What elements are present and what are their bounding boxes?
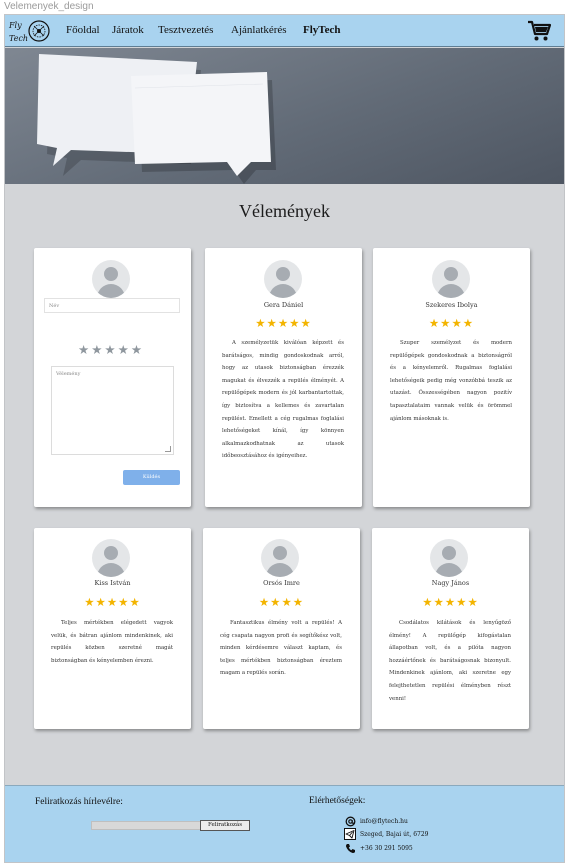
review-card: Nagy János ★★★★★ Csodálatos kilátások és…	[372, 528, 529, 729]
avatar	[261, 539, 299, 577]
logo-text-top: Fly	[8, 21, 22, 30]
email-text[interactable]: info@flytech.hu	[360, 818, 408, 825]
review-textarea-placeholder: Vélemény	[56, 371, 81, 377]
rating-stars: ★★★★★	[422, 595, 479, 609]
subscribe-heading: Feliratkozás hírlevélre:	[35, 797, 123, 807]
subscribe-button[interactable]: Feliratkozás	[200, 820, 250, 831]
review-text: Csodálatos kilátások és lenyűgöző élmény…	[389, 620, 511, 702]
rating-stars: ★★★★	[258, 595, 305, 609]
newsletter-email-input[interactable]	[91, 821, 201, 830]
review-text: A személyzetük kiválóan képzett és barát…	[222, 340, 344, 460]
contact-phone: +36 30 291 5095	[344, 842, 413, 854]
contact-heading: Elérhetőségek:	[309, 796, 366, 806]
name-input[interactable]: Név	[44, 298, 180, 313]
review-text: Szuper személyzet és modern repülőgépek …	[390, 340, 512, 422]
window-title: Velemenyek_design	[0, 0, 569, 14]
rating-stars: ★★★★	[428, 316, 475, 330]
rating-stars: ★★★★★	[255, 316, 312, 330]
page-title: Vélemények	[239, 201, 330, 221]
reviewer-name: Gera Dániel	[263, 301, 304, 309]
review-textarea[interactable]: Vélemény	[51, 366, 174, 455]
review-text: Teljes mértékben elégedett vagyok velük,…	[51, 620, 173, 664]
nav-tesztvezetes[interactable]: Tesztvezetés	[158, 24, 213, 36]
logo-text-bottom: Tech	[9, 34, 28, 43]
navbar: Fly Tech Főoldal Járatok Tesztvezetés Aj…	[5, 15, 564, 47]
telegram-icon	[344, 828, 356, 840]
phone-icon	[344, 842, 356, 854]
avatar	[432, 260, 470, 298]
flytech-logo[interactable]: Fly Tech	[8, 17, 52, 45]
submit-button[interactable]: Küldés	[123, 470, 180, 485]
hero-image	[5, 48, 564, 184]
review-card: Szekeres Ibolya ★★★★ Szuper személyzet é…	[373, 248, 530, 507]
nav-ajanlatkeres[interactable]: Ajánlatkérés	[231, 24, 287, 36]
nav-flytech[interactable]: FlyTech	[303, 24, 341, 36]
page-frame: Fly Tech Főoldal Járatok Tesztvezetés Aj…	[4, 14, 565, 863]
avatar	[264, 260, 302, 298]
rating-stars-input[interactable]: ★★★★★	[78, 342, 144, 357]
resize-grip[interactable]	[165, 446, 171, 452]
avatar	[430, 539, 468, 577]
nav-fooldal[interactable]: Főoldal	[66, 24, 100, 36]
reviewer-name: Orsós Imre	[263, 579, 300, 587]
rating-stars: ★★★★★	[84, 595, 141, 609]
review-text: Fantasztikus élmény volt a repülés! A cé…	[220, 620, 342, 677]
reviewer-name: Kiss István	[94, 579, 131, 587]
review-card: Orsós Imre ★★★★ Fantasztikus élmény volt…	[203, 528, 360, 729]
review-form-card: Név ★★★★★ Vélemény Küldés	[34, 248, 191, 507]
address-text: Szeged, Bajai út, 6729	[360, 830, 429, 838]
nav-jaratok[interactable]: Járatok	[112, 24, 144, 36]
review-card: Gera Dániel ★★★★★ A személyzetük kiválóa…	[205, 248, 362, 507]
reviewer-name: Nagy János	[431, 579, 470, 587]
contact-email: info@flytech.hu	[344, 815, 408, 827]
at-icon	[344, 815, 356, 827]
reviewer-name: Szekeres Ibolya	[425, 301, 478, 309]
footer: Feliratkozás hírlevélre: Feliratkozás El…	[5, 785, 564, 862]
cart-icon[interactable]	[527, 20, 552, 42]
contact-address: Szeged, Bajai út, 6729	[344, 828, 428, 840]
phone-text[interactable]: +36 30 291 5095	[360, 845, 413, 852]
avatar	[92, 260, 130, 298]
review-card: Kiss István ★★★★★ Teljes mértékben elége…	[34, 528, 191, 729]
avatar	[92, 539, 130, 577]
